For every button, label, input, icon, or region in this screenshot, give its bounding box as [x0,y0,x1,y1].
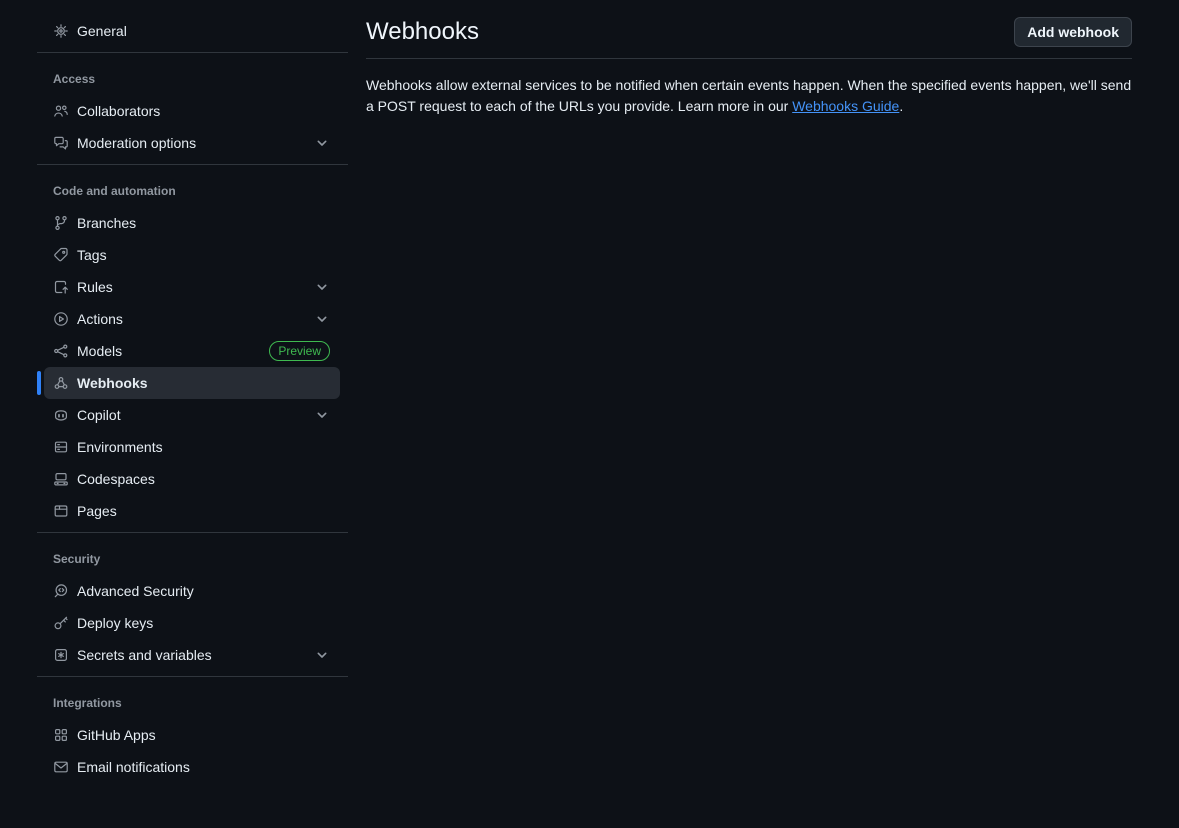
sidebar-item-email-notifications[interactable]: Email notifications [44,751,340,783]
sidebar-item-secrets-and-variables[interactable]: Secrets and variables [44,639,340,671]
sidebar-divider [37,52,348,53]
sidebar-item-pages[interactable]: Pages [44,495,340,527]
sidebar-item-label: Actions [77,311,123,327]
sidebar-section-code-and-automation: Code and automation [36,181,349,201]
sidebar-item-label: Moderation options [77,135,196,151]
sidebar-item-codespaces[interactable]: Codespaces [44,463,340,495]
sidebar-item-label: Environments [77,439,163,455]
add-webhook-button[interactable]: Add webhook [1014,17,1132,47]
chevron-down-icon [314,279,330,295]
sidebar-item-github-apps[interactable]: GitHub Apps [44,719,340,751]
sidebar-item-models[interactable]: Models Preview [44,335,340,367]
sidebar-item-label: Email notifications [77,759,190,775]
sidebar-item-label: General [77,23,127,39]
sidebar-item-label: Tags [77,247,107,263]
chevron-down-icon [314,311,330,327]
page-title: Webhooks [366,17,479,47]
sidebar-item-label: Rules [77,279,113,295]
sidebar-item-label: Branches [77,215,136,231]
sidebar-item-label: Pages [77,503,117,519]
secrets-icon [53,647,69,663]
server-icon [53,439,69,455]
sidebar-item-label: Copilot [77,407,121,423]
settings-sidebar: General Access Collaborators Moderation … [0,0,349,783]
sidebar-item-copilot[interactable]: Copilot [44,399,340,431]
git-branch-icon [53,215,69,231]
webhooks-guide-link[interactable]: Webhooks Guide [792,98,899,114]
sidebar-divider [37,676,348,677]
sidebar-item-collaborators[interactable]: Collaborators [44,95,340,127]
sidebar-divider [37,164,348,165]
webhook-icon [53,375,69,391]
main-header: Webhooks Add webhook [366,0,1132,59]
sidebar-section-security: Security [36,549,349,569]
sidebar-item-label: Secrets and variables [77,647,212,663]
sidebar-item-actions[interactable]: Actions [44,303,340,335]
rules-icon [53,279,69,295]
code-scan-icon [53,583,69,599]
sidebar-item-webhooks[interactable]: Webhooks [44,367,340,399]
comment-discussion-icon [53,135,69,151]
share-network-icon [53,343,69,359]
description-text-after: . [899,98,903,114]
sidebar-item-label: Webhooks [77,375,148,391]
copilot-icon [53,407,69,423]
sidebar-item-advanced-security[interactable]: Advanced Security [44,575,340,607]
sidebar-item-general[interactable]: General [44,15,340,47]
sidebar-item-label: Collaborators [77,103,160,119]
sidebar-item-branches[interactable]: Branches [44,207,340,239]
webhooks-description: Webhooks allow external services to be n… [366,75,1132,117]
sidebar-item-moderation-options[interactable]: Moderation options [44,127,340,159]
sidebar-item-label: Codespaces [77,471,155,487]
sidebar-item-environments[interactable]: Environments [44,431,340,463]
chevron-down-icon [314,647,330,663]
webhooks-settings-panel: Webhooks Add webhook Webhooks allow exte… [366,0,1132,117]
mail-icon [53,759,69,775]
sidebar-item-label: Advanced Security [77,583,194,599]
sidebar-divider [37,532,348,533]
sidebar-item-tags[interactable]: Tags [44,239,340,271]
sidebar-item-deploy-keys[interactable]: Deploy keys [44,607,340,639]
sidebar-item-rules[interactable]: Rules [44,271,340,303]
key-icon [53,615,69,631]
description-text-before: Webhooks allow external services to be n… [366,77,1131,114]
sidebar-item-label: Deploy keys [77,615,153,631]
people-icon [53,103,69,119]
sidebar-item-label: Models [77,343,122,359]
preview-badge: Preview [269,341,330,361]
chevron-down-icon [314,407,330,423]
chevron-down-icon [314,135,330,151]
browser-icon [53,503,69,519]
apps-icon [53,727,69,743]
sidebar-section-access: Access [36,69,349,89]
codespaces-icon [53,471,69,487]
sidebar-section-integrations: Integrations [36,693,349,713]
gear-icon [53,23,69,39]
play-icon [53,311,69,327]
tag-icon [53,247,69,263]
sidebar-item-label: GitHub Apps [77,727,156,743]
